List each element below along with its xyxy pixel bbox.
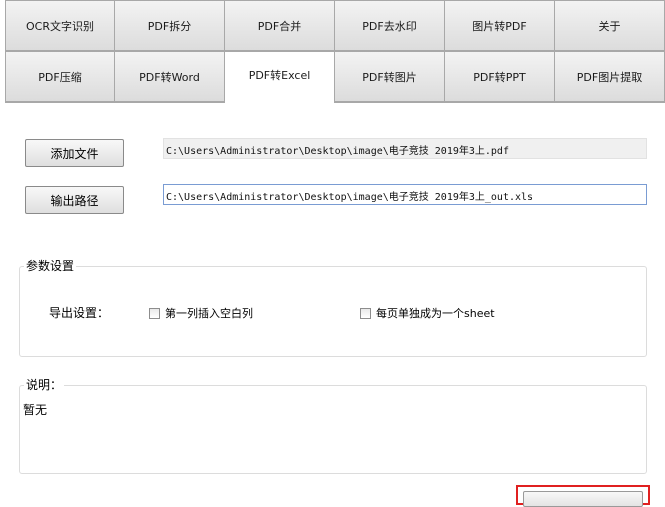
add-file-button[interactable]: 添加文件 [25, 139, 124, 167]
tab-pdf-to-excel[interactable]: PDF转Excel [225, 51, 335, 103]
tab-pdf-compress[interactable]: PDF压缩 [5, 51, 115, 102]
tab-about[interactable]: 关于 [555, 0, 665, 51]
tab-row-1: OCR文字识别 PDF拆分 PDF合并 PDF去水印 图片转PDF 关于 [5, 0, 665, 51]
output-path-button[interactable]: 输出路径 [25, 186, 124, 214]
description-text: 暂无 [23, 403, 48, 417]
tab-panel-pdf-to-excel: 添加文件 C:\Users\Administrator\Desktop\imag… [0, 103, 665, 498]
description-title: 说明： [24, 378, 65, 392]
start-convert-button[interactable] [523, 491, 643, 507]
option-insert-blank-column-checkbox[interactable] [149, 308, 160, 319]
tab-image-to-pdf[interactable]: 图片转PDF [445, 0, 555, 51]
tab-pdf-to-word[interactable]: PDF转Word [115, 51, 225, 102]
tab-row-2: PDF压缩 PDF转Word PDF转Excel PDF转图片 PDF转PPT … [5, 51, 665, 103]
description-group: 说明： [19, 378, 647, 474]
tab-pdf-to-image[interactable]: PDF转图片 [335, 51, 445, 102]
option-sheet-per-page-label[interactable]: 每页单独成为一个sheet [376, 305, 495, 321]
params-group-title: 参数设置 [24, 259, 77, 273]
tab-pdf-merge[interactable]: PDF合并 [225, 0, 335, 51]
highlight-frame [516, 485, 650, 507]
option-insert-blank-column-label[interactable]: 第一列插入空白列 [165, 305, 253, 321]
tab-pdf-image-extract[interactable]: PDF图片提取 [555, 51, 665, 102]
option-sheet-per-page-checkbox[interactable] [360, 308, 371, 319]
export-settings-label: 导出设置： [49, 306, 110, 320]
tab-panel-border [5, 102, 665, 103]
params-group: 参数设置 导出设置： 第一列插入空白列 每页单独成为一个sheet [19, 259, 647, 357]
output-file-path-field[interactable]: C:\Users\Administrator\Desktop\image\电子竞… [163, 184, 647, 205]
tab-pdf-to-ppt[interactable]: PDF转PPT [445, 51, 555, 102]
tab-pdf-split[interactable]: PDF拆分 [115, 0, 225, 51]
tab-ocr[interactable]: OCR文字识别 [5, 0, 115, 51]
tab-pdf-remove-watermark[interactable]: PDF去水印 [335, 0, 445, 51]
input-file-path-field[interactable]: C:\Users\Administrator\Desktop\image\电子竞… [163, 138, 647, 159]
